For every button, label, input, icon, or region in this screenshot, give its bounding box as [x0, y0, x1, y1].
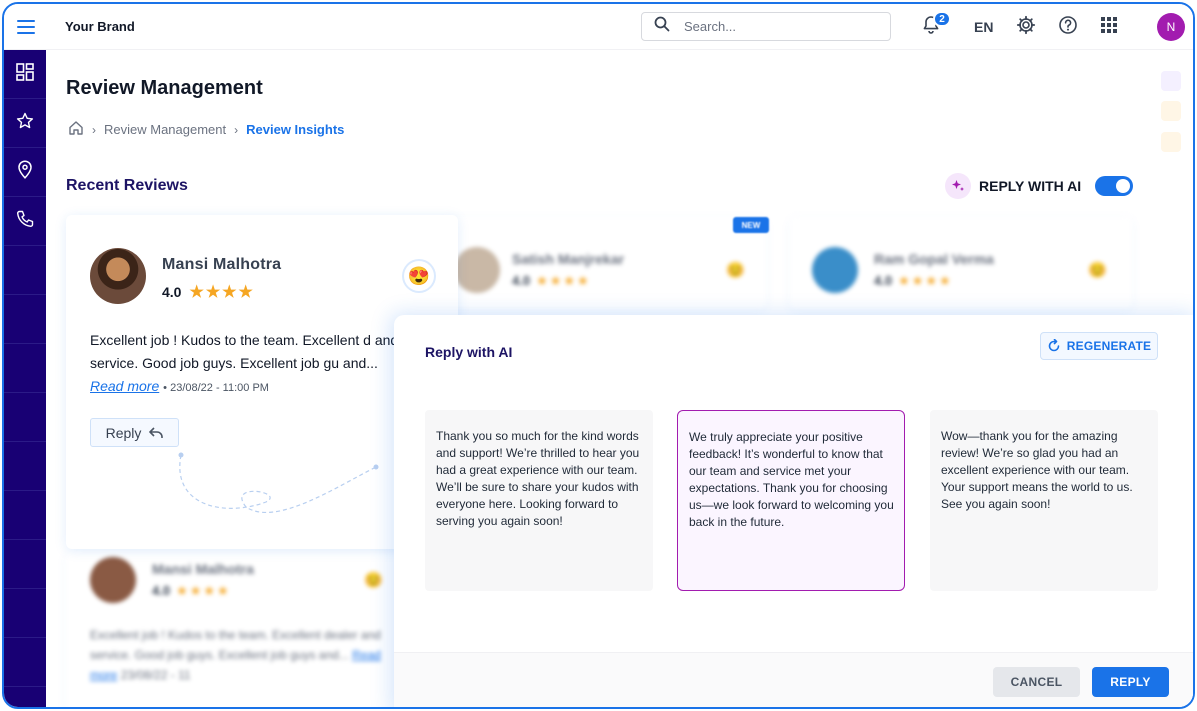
- review-text: Excellent job ! Kudos to the team. Excel…: [90, 628, 381, 682]
- language-selector[interactable]: EN: [974, 19, 993, 35]
- new-tag-badge: NEW: [733, 217, 769, 233]
- sentiment-emoji-icon: 😍: [404, 261, 434, 291]
- page-title: Review Management: [66, 77, 263, 99]
- sidebar-item-empty-7: [4, 540, 46, 589]
- rating-stars: ★★★★: [189, 284, 255, 301]
- sentiment-emoji-icon: 😊: [726, 262, 745, 279]
- ai-sparkle-icon: [945, 173, 971, 199]
- reviewer-rating: 4.0 ★★★★: [512, 273, 591, 288]
- sidebar-item-empty-2: [4, 295, 46, 344]
- read-more-link[interactable]: Read more: [90, 378, 159, 394]
- sidebar-item-empty-8: [4, 589, 46, 638]
- reviewer-name: Mansi Malhotra: [152, 561, 254, 577]
- review-text: Excellent job ! Kudos to the team. Excel…: [90, 332, 399, 394]
- hamburger-menu-icon[interactable]: [4, 4, 48, 50]
- reviewer-name: Satish Manjrekar: [512, 251, 625, 267]
- reply-with-ai-label: REPLY WITH AI: [979, 178, 1082, 194]
- refresh-icon: [1048, 339, 1060, 352]
- dashboard-icon: [16, 62, 34, 86]
- search-icon: [654, 16, 670, 37]
- review-card-background[interactable]: Mansi Malhotra 4.0 ★★★★ 😊 Excellent job !…: [66, 551, 396, 707]
- sentiment-emoji-icon: 😊: [1088, 262, 1107, 279]
- search-box[interactable]: [641, 12, 891, 41]
- sidebar-item-empty-6: [4, 491, 46, 540]
- ai-suggestion-card-selected[interactable]: We truly appreciate your positive feedba…: [677, 410, 905, 591]
- panel-footer: CANCEL REPLY: [394, 652, 1193, 707]
- reviewer-rating: 4.0 ★★★★: [874, 273, 953, 288]
- gear-icon: [1016, 15, 1036, 40]
- reply-with-ai-panel: Reply with AI REGENERATE Thank you so mu…: [394, 315, 1193, 707]
- apps-grid-icon: [1101, 16, 1117, 38]
- review-date: 23/08/22 - 11:00 PM: [170, 382, 269, 394]
- breadcrumb: › Review Management › Review Insights: [68, 120, 344, 139]
- help-icon: [1058, 15, 1078, 40]
- ai-suggestion-card[interactable]: Thank you so much for the kind words and…: [425, 410, 653, 591]
- section-title: Recent Reviews: [66, 177, 188, 194]
- side-chip-1[interactable]: [1161, 71, 1181, 91]
- reviewer-name: Mansi Malhotra: [162, 256, 282, 273]
- review-card-background[interactable]: Ram Gopal Verma 4.0 ★★★★ 😊: [790, 217, 1132, 309]
- reviewer-avatar: [90, 557, 136, 603]
- settings-button[interactable]: [1014, 15, 1038, 39]
- side-chip-3[interactable]: [1161, 132, 1181, 152]
- top-bar: Your Brand 2 EN: [4, 4, 1193, 50]
- breadcrumb-item[interactable]: Review Management: [104, 122, 226, 137]
- location-pin-icon: [17, 160, 33, 184]
- chevron-right-icon: ›: [234, 122, 239, 137]
- sidebar-item-dashboard[interactable]: [4, 50, 46, 99]
- ai-suggestion-card[interactable]: Wow—thank you for the amazing review! We…: [930, 410, 1158, 591]
- side-chip-2[interactable]: [1161, 101, 1181, 121]
- reviewer-rating: 4.0 ★★★★: [162, 282, 255, 302]
- search-input[interactable]: [684, 19, 864, 34]
- rating-value: 4.0: [162, 284, 182, 300]
- reply-with-ai-switch[interactable]: [1095, 176, 1134, 196]
- sidebar-item-empty-3: [4, 344, 46, 393]
- notification-badge: 2: [933, 11, 951, 27]
- panel-title: Reply with AI: [425, 344, 513, 360]
- sidebar-item-empty-4: [4, 393, 46, 442]
- regenerate-button[interactable]: REGENERATE: [1040, 332, 1158, 360]
- home-icon[interactable]: [68, 120, 84, 139]
- chevron-right-icon: ›: [92, 122, 96, 137]
- apps-button[interactable]: [1097, 15, 1121, 39]
- reviewer-name: Ram Gopal Verma: [874, 251, 994, 267]
- reviewer-avatar: [90, 248, 146, 304]
- sidebar-item-empty-9: [4, 638, 46, 687]
- sidebar-item-empty-5: [4, 442, 46, 491]
- reply-submit-button[interactable]: REPLY: [1092, 667, 1169, 697]
- breadcrumb-current: Review Insights: [246, 122, 345, 137]
- notifications-button[interactable]: 2: [919, 11, 951, 39]
- sidebar-item-reviews[interactable]: [4, 99, 46, 148]
- reviewer-avatar: [812, 247, 858, 293]
- reply-button[interactable]: Reply: [90, 418, 179, 447]
- help-button[interactable]: [1056, 15, 1080, 39]
- star-icon: [16, 112, 34, 135]
- phone-icon: [16, 210, 34, 233]
- sidebar: [4, 50, 46, 707]
- reviewer-avatar: [454, 247, 500, 293]
- connector-decoration: [178, 452, 379, 513]
- sidebar-item-empty-1: [4, 246, 46, 295]
- review-card-background[interactable]: Satish Manjrekar 4.0 ★★★★ 😊: [444, 217, 766, 309]
- sentiment-emoji-icon: 😊: [364, 572, 383, 589]
- sidebar-item-calls[interactable]: [4, 197, 46, 246]
- brand-name: Your Brand: [65, 19, 135, 34]
- cancel-button[interactable]: CANCEL: [993, 667, 1080, 697]
- sidebar-item-locations[interactable]: [4, 148, 46, 197]
- reply-with-ai-toggle-group: REPLY WITH AI: [945, 173, 1134, 199]
- user-avatar[interactable]: N: [1157, 13, 1185, 41]
- app-window: Your Brand 2 EN: [2, 2, 1195, 709]
- reviewer-rating: 4.0 ★★★★: [152, 583, 231, 598]
- reply-arrow-icon: [149, 426, 164, 438]
